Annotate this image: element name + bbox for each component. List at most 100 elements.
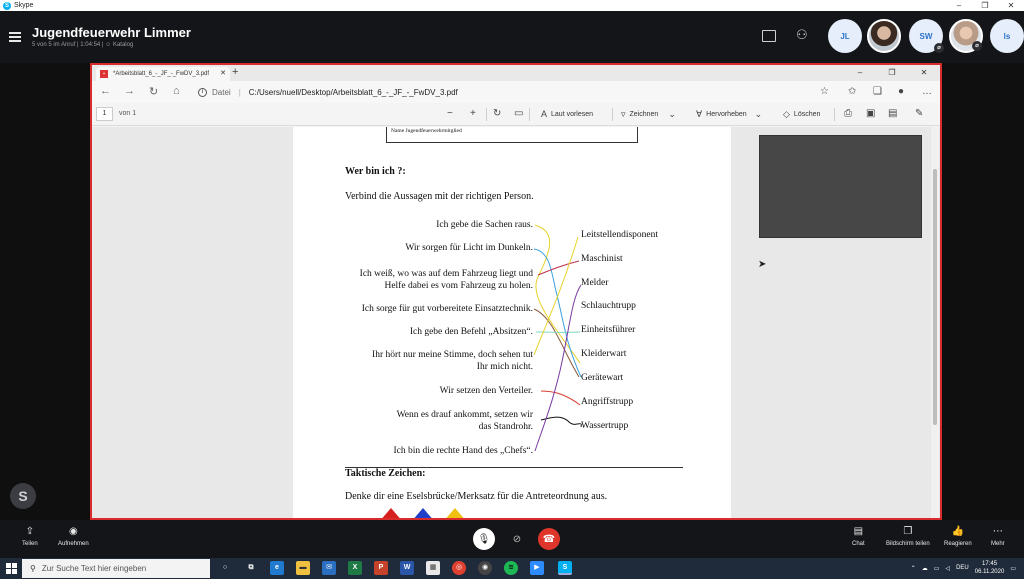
scrollbar-thumb[interactable] <box>933 169 937 425</box>
forward-icon[interactable]: → <box>124 85 135 97</box>
participant-video-thumbnail <box>759 135 922 238</box>
participant-avatar-photo[interactable] <box>867 19 901 53</box>
share-screen-button[interactable]: ❐ Bildschirm teilen <box>886 526 930 547</box>
maximize-icon[interactable]: ❐ <box>876 65 908 81</box>
powerpoint-icon[interactable]: P <box>374 561 388 575</box>
mail-icon[interactable]: ✉ <box>322 561 336 575</box>
spotify-icon[interactable]: ≋ <box>504 561 518 575</box>
zoom-icon[interactable]: ▶ <box>530 561 544 575</box>
page-number-input[interactable]: 1 <box>96 107 113 121</box>
cloud-icon[interactable]: ☁ <box>922 565 928 572</box>
tactical-heading: Taktische Zeichen: <box>345 468 426 479</box>
windows-taskbar: ⚲ Zur Suche Text hier eingeben ○ ⧉ e ▬ ✉… <box>0 558 1024 579</box>
cortana-icon[interactable]: ○ <box>218 561 232 575</box>
rotate-icon[interactable]: ↻ <box>493 108 501 119</box>
task-view-icon[interactable]: ⧉ <box>244 561 258 575</box>
language-indicator[interactable]: DEU <box>956 565 969 571</box>
address-field[interactable]: i Datei | C:/Users/nuell/Desktop/Arbeits… <box>198 84 808 100</box>
reload-icon[interactable]: ↻ <box>149 85 158 98</box>
share-screen-icon: ❐ <box>903 526 913 537</box>
print-icon[interactable]: ⎙ <box>844 108 852 119</box>
profile-icon[interactable]: ● <box>898 86 904 97</box>
pdf-scrollbar[interactable] <box>931 127 939 518</box>
notification-icon[interactable]: ▭ <box>1010 565 1016 572</box>
close-icon[interactable]: ✕ <box>908 65 940 81</box>
pdf-toolbar: 1 von 1 − + ↻ ▭ A Laut vorlesen ▿ Zeichn… <box>92 103 940 126</box>
browser-address-bar: ← → ↻ ⌂ i Datei | C:/Users/nuell/Desktop… <box>92 81 940 103</box>
skype-taskbar-icon[interactable]: S <box>558 561 572 575</box>
chrome-icon[interactable]: ◎ <box>452 561 466 575</box>
highlight-button[interactable]: ∀ Hervorheben ⌄ <box>696 109 766 120</box>
zoom-in-icon[interactable]: + <box>470 108 476 119</box>
app-icon[interactable]: ▦ <box>426 561 440 575</box>
draw-label: Zeichnen <box>629 111 659 118</box>
excel-icon[interactable]: X <box>348 561 362 575</box>
draw-button[interactable]: ▿ Zeichnen ⌄ <box>621 109 680 120</box>
new-tab-icon[interactable]: + <box>232 66 238 78</box>
hamburger-menu-icon[interactable] <box>9 32 21 42</box>
tactical-symbol-blue-icon <box>411 508 435 518</box>
obs-icon[interactable]: ◉ <box>478 561 492 575</box>
camera-off-icon: ⊘ <box>512 533 522 545</box>
more-button[interactable]: ⋯ Mehr <box>991 526 1005 547</box>
toolbar-divider <box>834 108 835 121</box>
camera-button[interactable]: ⊘ <box>506 528 528 550</box>
statement: Helfe dabei es vom Fahrzeug zu holen. <box>384 281 533 291</box>
close-icon[interactable]: ✕ <box>998 0 1024 11</box>
tab-close-icon[interactable]: ✕ <box>220 69 226 77</box>
pdf-viewport[interactable]: Name Jugendfeuerwehrmitglied Wer bin ich… <box>92 127 940 518</box>
chevron-up-icon[interactable]: ⌃ <box>911 565 916 572</box>
browser-tab[interactable]: ▪ *Arbeitsblatt_6_-_JF_-_FwDV_3.pdf ✕ <box>96 67 230 81</box>
maximize-icon[interactable]: ❐ <box>972 0 998 11</box>
minimize-icon[interactable]: – <box>844 65 876 81</box>
record-button[interactable]: ◉ Aufnehmen <box>58 526 89 547</box>
hang-up-button[interactable]: ☎ <box>538 528 560 550</box>
network-icon[interactable]: ▭ <box>934 565 940 572</box>
back-icon[interactable]: ← <box>100 85 111 97</box>
fit-page-icon[interactable]: ▭ <box>514 108 523 119</box>
home-icon[interactable]: ⌂ <box>173 85 180 97</box>
chevron-down-icon[interactable]: ⌄ <box>755 109 763 120</box>
participant-avatar-jl[interactable]: JL <box>828 19 862 53</box>
more-icon: ⋯ <box>992 526 1003 537</box>
toolbar-divider <box>612 108 613 121</box>
share-button[interactable]: ⇪ Teilen <box>22 526 38 547</box>
collections-icon[interactable]: ❏ <box>873 86 882 97</box>
microphone-button[interactable]: 🎙 <box>473 528 495 550</box>
zoom-out-icon[interactable]: − <box>447 108 453 119</box>
erase-label: Löschen <box>793 111 821 118</box>
favorites-icon[interactable]: ✩ <box>848 86 856 97</box>
layout-icon[interactable] <box>762 30 776 42</box>
participant-avatar-photo-2[interactable]: ⌀ <box>949 19 983 53</box>
read-aloud-label: Laut vorlesen <box>551 110 594 118</box>
line-technik <box>533 308 580 378</box>
participant-avatar-ls[interactable]: ls <box>990 19 1024 53</box>
windows-start-icon[interactable] <box>6 563 17 574</box>
info-icon[interactable]: i <box>198 87 207 97</box>
chat-button[interactable]: ▤ Chat <box>852 526 865 547</box>
app-name: Skype <box>14 2 34 9</box>
more-options-icon[interactable]: … <box>922 86 932 97</box>
avatar-initials: SW <box>919 31 933 41</box>
clock-time: 17:45 <box>982 561 998 567</box>
browser-tabbar: ▪ *Arbeitsblatt_6_-_JF_-_FwDV_3.pdf ✕ + … <box>92 65 940 81</box>
minimize-icon[interactable]: – <box>946 0 972 11</box>
add-participant-icon[interactable]: ⚇ <box>796 27 808 43</box>
edge-browser-icon[interactable]: e <box>270 561 284 575</box>
taskbar-clock[interactable]: 17:45 06.11.2020 <box>975 560 1005 576</box>
favorite-star-icon[interactable]: ☆ <box>820 86 829 97</box>
pin-toolbar-icon[interactable]: ✎ <box>915 108 923 119</box>
word-icon[interactable]: W <box>400 561 414 575</box>
read-aloud-button[interactable]: A Laut vorlesen <box>541 109 593 119</box>
participant-avatar-sw[interactable]: SW ⌀ <box>909 19 944 53</box>
call-title[interactable]: Jugendfeuerwehr Limmer <box>32 25 191 40</box>
react-button[interactable]: 👍 Reagieren <box>944 526 972 547</box>
volume-icon[interactable]: ◁ <box>945 565 950 572</box>
save-as-icon[interactable]: ▤ <box>888 108 897 119</box>
file-explorer-icon[interactable]: ▬ <box>296 561 310 575</box>
erase-button[interactable]: ◇ Löschen <box>783 109 820 120</box>
taskbar-search-box[interactable]: ⚲ Zur Suche Text hier eingeben <box>22 559 210 578</box>
chevron-down-icon[interactable]: ⌄ <box>668 109 676 120</box>
save-icon[interactable]: ▣ <box>866 108 875 119</box>
shared-screen: ▪ *Arbeitsblatt_6_-_JF_-_FwDV_3.pdf ✕ + … <box>90 63 942 520</box>
